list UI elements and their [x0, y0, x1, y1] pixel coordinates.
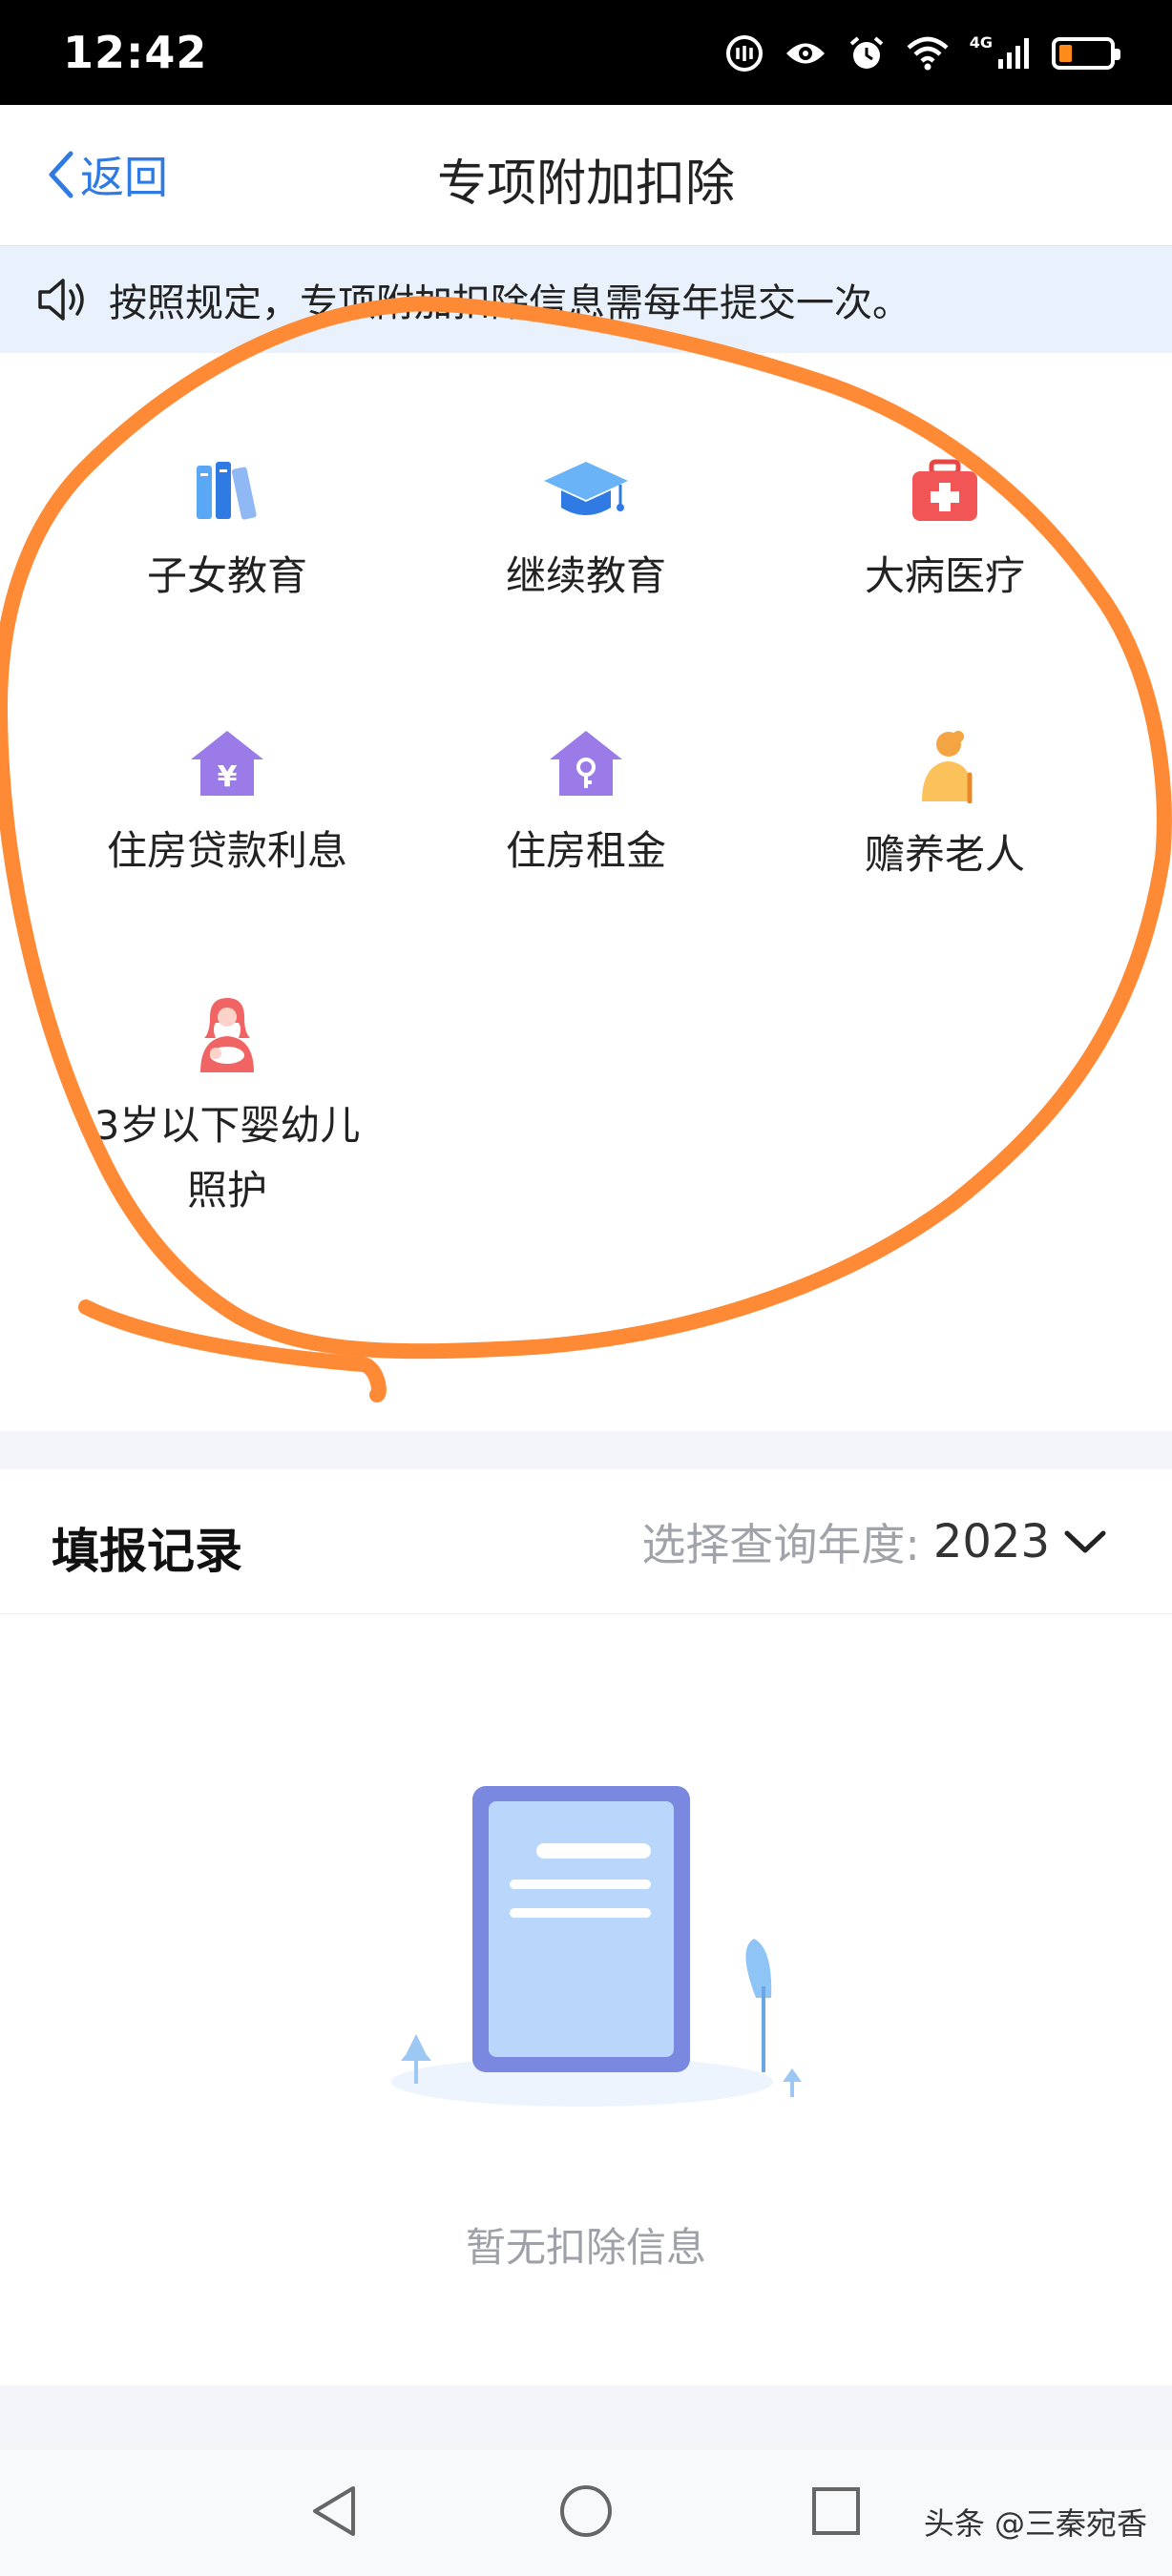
house-key-icon	[550, 731, 622, 796]
speaker-icon	[38, 279, 84, 321]
eye-icon	[785, 43, 825, 64]
item-children-education[interactable]: 子女教育	[55, 456, 399, 609]
watermark: 头条 @三秦宛香	[923, 2505, 1147, 2542]
status-time: 12:42	[63, 27, 208, 78]
item-label: 子女教育	[146, 552, 307, 599]
records-empty-state: 暂无扣除信息	[0, 1614, 1172, 2385]
records-header: 填报记录 选择查询年度: 2023	[0, 1469, 1172, 1614]
empty-state-text: 暂无扣除信息	[465, 2224, 706, 2271]
year-selector[interactable]: 选择查询年度: 2023	[641, 1511, 1107, 1572]
year-label: 选择查询年度:	[641, 1519, 920, 1570]
status-icons: 4G	[725, 32, 1120, 73]
item-housing-rent[interactable]: 住房租金	[414, 727, 758, 883]
battery-level	[1059, 45, 1072, 62]
notice-bar: 按照规定，专项附加扣除信息需每年提交一次。	[0, 246, 1172, 353]
medical-kit-icon	[912, 459, 977, 521]
empty-document-illustration	[391, 1786, 802, 2107]
item-label: 住房贷款利息	[106, 827, 347, 874]
item-continuing-education[interactable]: 继续教育	[414, 456, 758, 609]
year-value: 2023	[932, 1515, 1050, 1568]
item-serious-illness[interactable]: 大病医疗	[773, 456, 1117, 609]
mother-baby-icon	[200, 998, 254, 1072]
item-elderly-support[interactable]: 赡养老人	[773, 727, 1117, 887]
nfc-icon	[725, 35, 763, 72]
item-infant-care[interactable]: 3岁以下婴幼儿照护	[55, 994, 399, 1223]
signal-icon	[998, 38, 1029, 69]
battery-icon	[1052, 37, 1120, 70]
item-housing-loan-interest[interactable]: ¥ 住房贷款利息	[55, 727, 399, 883]
svg-text:¥: ¥	[218, 760, 238, 794]
recent-apps-square-icon[interactable]	[809, 2483, 863, 2540]
nav-bar: 返回 专项附加扣除	[0, 105, 1172, 246]
status-bar: 12:42 4G	[0, 0, 1172, 105]
graduation-cap-icon	[544, 462, 628, 515]
page-title: 专项附加扣除	[436, 156, 735, 213]
alarm-icon	[849, 36, 884, 69]
books-icon	[197, 462, 257, 520]
elderly-person-icon	[922, 731, 973, 803]
item-label: 大病医疗	[864, 552, 1025, 599]
wifi-icon	[907, 36, 949, 71]
chevron-down-icon	[1064, 1530, 1106, 1553]
item-label: 赡养老人	[864, 831, 1025, 878]
notice-text: 按照规定，专项附加扣除信息需每年提交一次。	[109, 281, 910, 325]
item-label: 3岁以下婴幼儿照护	[94, 1102, 361, 1214]
deduction-grid: 子女教育 继续教育 大病医疗 ¥ 住房贷款利息 住房租金 赡养老人 3岁以下婴幼…	[0, 353, 1172, 1431]
records-title: 填报记录	[52, 1524, 242, 1579]
home-circle-icon[interactable]	[559, 2483, 613, 2540]
house-yen-icon: ¥	[191, 731, 263, 796]
back-triangle-icon[interactable]	[307, 2483, 361, 2540]
network-type: 4G	[969, 32, 993, 52]
item-label: 继续教育	[505, 552, 666, 599]
item-label: 住房租金	[505, 827, 666, 874]
